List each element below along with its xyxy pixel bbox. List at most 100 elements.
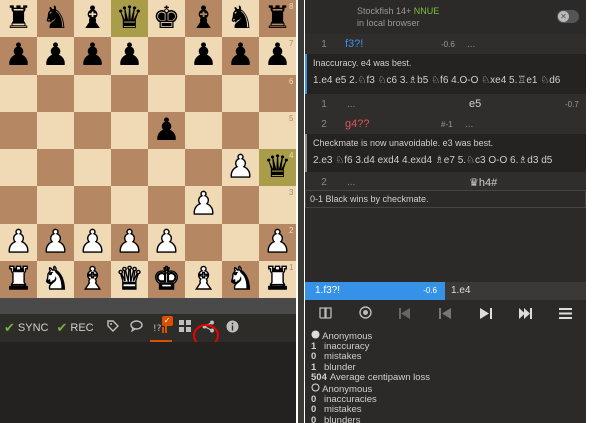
square-g5[interactable] bbox=[222, 111, 259, 149]
first-move-icon[interactable] bbox=[385, 307, 425, 322]
best-move[interactable]: 1.e4 bbox=[451, 282, 470, 300]
move-row[interactable]: 1 f3?! -0.6 ... bbox=[305, 34, 586, 54]
info-icon[interactable] bbox=[222, 320, 244, 337]
white-queen-icon[interactable]: ♛ bbox=[111, 261, 148, 298]
check-icon: ✔ bbox=[56, 320, 68, 335]
square-c6[interactable] bbox=[74, 74, 111, 112]
move-number: 1 bbox=[321, 99, 327, 110]
badge-check: ✓ bbox=[161, 316, 173, 326]
square-e7[interactable] bbox=[148, 37, 185, 75]
analysis-panel: Stockfish 14+ NNUE in local browser ✕ 1 … bbox=[305, 0, 586, 423]
black-pawn-icon[interactable]: ♟ bbox=[222, 37, 259, 74]
black-king-icon[interactable]: ♚ bbox=[148, 0, 185, 37]
move-san[interactable]: g4?? bbox=[345, 118, 369, 130]
tag-icon[interactable] bbox=[102, 320, 124, 336]
white-pawn-icon[interactable]: ♟ bbox=[0, 224, 37, 261]
square-b3[interactable] bbox=[37, 186, 74, 224]
square-e3[interactable] bbox=[148, 186, 185, 224]
sync-toggle[interactable]: ✔ SYNC bbox=[4, 314, 48, 342]
white-pawn-icon[interactable]: ♟ bbox=[148, 224, 185, 261]
current-move[interactable]: 1.f3?! -0.6 bbox=[305, 282, 445, 300]
engine-toggle[interactable]: ✕ bbox=[557, 10, 579, 23]
practice-icon[interactable] bbox=[345, 306, 385, 322]
square-a4[interactable] bbox=[0, 149, 37, 187]
chess-board[interactable]: ♜ ♞ ♝ ♛ ♚ ♝ ♞ ♜ ♟ ♟ ♟ ♟ ♟ ♟ ♟ ♟ ♟ ♛ ♟ ♟ ♟ ♟ ♟ ♟ ♟ ♜ ♞ ♝ ♛ ♚ ♝ ♞ ♜ 8 7 6 5 4 3 2… bbox=[0, 0, 296, 298]
book-icon[interactable] bbox=[305, 306, 345, 322]
square-b5[interactable] bbox=[37, 111, 74, 149]
square-c4[interactable] bbox=[74, 149, 111, 187]
black-knight-icon[interactable]: ♞ bbox=[37, 0, 74, 37]
square-f2[interactable] bbox=[185, 223, 222, 261]
square-b4[interactable] bbox=[37, 149, 74, 187]
white-rook-icon[interactable]: ♜ bbox=[0, 261, 37, 298]
move-list-empty bbox=[305, 208, 586, 282]
square-f4[interactable] bbox=[185, 149, 222, 187]
black-bishop-icon[interactable]: ♝ bbox=[185, 0, 222, 37]
square-a5[interactable] bbox=[0, 111, 37, 149]
square-f5[interactable] bbox=[185, 111, 222, 149]
white-king-icon[interactable]: ♚ bbox=[148, 261, 185, 298]
engine-header: Stockfish 14+ NNUE in local browser ✕ bbox=[305, 0, 586, 34]
black-pawn-icon[interactable]: ♟ bbox=[0, 37, 37, 74]
white-acpl: 504 Average centipawn loss bbox=[311, 371, 586, 383]
square-e6[interactable] bbox=[148, 74, 185, 112]
last-move-icon[interactable] bbox=[506, 307, 546, 322]
white-pawn-icon[interactable]: ♟ bbox=[37, 224, 74, 261]
stat-value: 504 bbox=[311, 371, 327, 383]
computer-analysis-icon[interactable]: !? ✓ bbox=[149, 314, 173, 342]
share-button[interactable] bbox=[192, 320, 220, 347]
white-bishop-icon[interactable]: ♝ bbox=[74, 261, 111, 298]
white-knight-icon[interactable]: ♞ bbox=[37, 261, 74, 298]
rec-toggle[interactable]: ✔ REC bbox=[56, 314, 93, 342]
menu-icon[interactable] bbox=[546, 307, 586, 322]
square-g2[interactable] bbox=[222, 223, 259, 261]
left-panel-background bbox=[0, 342, 296, 423]
black-pawn-icon[interactable]: ♟ bbox=[111, 37, 148, 74]
next-move-icon[interactable] bbox=[466, 307, 506, 322]
comment-variation[interactable]: 2.e3 ♘f6 3.d4 exd4 4.exd4 ♗e7 5.♘c3 O-O … bbox=[313, 155, 580, 166]
black-knight-icon[interactable]: ♞ bbox=[222, 0, 259, 37]
square-g6[interactable] bbox=[222, 74, 259, 112]
square-a6[interactable] bbox=[0, 74, 37, 112]
black-blunders[interactable]: 0 blunders bbox=[311, 415, 586, 423]
black-pawn-icon[interactable]: ♟ bbox=[185, 37, 222, 74]
square-d3[interactable] bbox=[111, 186, 148, 224]
white-pawn-icon[interactable]: ♟ bbox=[111, 224, 148, 261]
black-pawn-icon[interactable]: ♟ bbox=[74, 37, 111, 74]
square-e4[interactable] bbox=[148, 149, 185, 187]
square-g3[interactable] bbox=[222, 186, 259, 224]
black-bishop-icon[interactable]: ♝ bbox=[74, 0, 111, 37]
square-b6[interactable] bbox=[37, 74, 74, 112]
engine-subtitle: in local browser bbox=[357, 18, 420, 28]
move-eval: #-1 bbox=[441, 120, 453, 129]
square-a3[interactable] bbox=[0, 186, 37, 224]
white-pawn-icon[interactable]: ♟ bbox=[185, 186, 222, 223]
black-rook-icon[interactable]: ♜ bbox=[0, 0, 37, 37]
move-san[interactable]: e5 bbox=[469, 98, 481, 110]
white-pawn-icon[interactable]: ♟ bbox=[222, 149, 259, 186]
move-san[interactable]: ♛h4# bbox=[469, 176, 497, 189]
stat-label: Average centipawn loss bbox=[329, 371, 431, 383]
comment-variation[interactable]: 1.e4 e5 2.♘f3 ♘c6 3.♗b5 ♘f6 4.O-O ♘xe4 5… bbox=[313, 75, 580, 86]
square-c5[interactable] bbox=[74, 111, 111, 149]
white-pawn-icon[interactable]: ♟ bbox=[74, 224, 111, 261]
square-d5[interactable] bbox=[111, 111, 148, 149]
square-d6[interactable] bbox=[111, 74, 148, 112]
square-c3[interactable] bbox=[74, 186, 111, 224]
black-queen-icon[interactable]: ♛ bbox=[111, 0, 148, 37]
square-d4[interactable] bbox=[111, 149, 148, 187]
current-move-bar: 1.f3?! -0.6 1.e4 bbox=[305, 282, 586, 300]
square-f6[interactable] bbox=[185, 74, 222, 112]
move-san[interactable]: f3?! bbox=[345, 38, 363, 50]
black-pawn-icon[interactable]: ♟ bbox=[37, 37, 74, 74]
move-comment: Inaccuracy. e4 was best. 1.e4 e5 2.♘f3 ♘… bbox=[305, 54, 586, 94]
white-bishop-icon[interactable]: ♝ bbox=[185, 261, 222, 298]
engine-title: Stockfish 14+ NNUE bbox=[357, 6, 439, 16]
move-row[interactable]: 1 ... e5 -0.7 bbox=[305, 94, 586, 114]
white-knight-icon[interactable]: ♞ bbox=[222, 261, 259, 298]
black-pawn-icon[interactable]: ♟ bbox=[148, 112, 185, 149]
comment-icon[interactable] bbox=[126, 320, 148, 336]
move-row[interactable]: 2 g4?? #-1 ... bbox=[305, 114, 586, 134]
move-row[interactable]: 2 ... ♛h4# bbox=[305, 172, 586, 192]
prev-move-icon[interactable] bbox=[425, 307, 465, 322]
